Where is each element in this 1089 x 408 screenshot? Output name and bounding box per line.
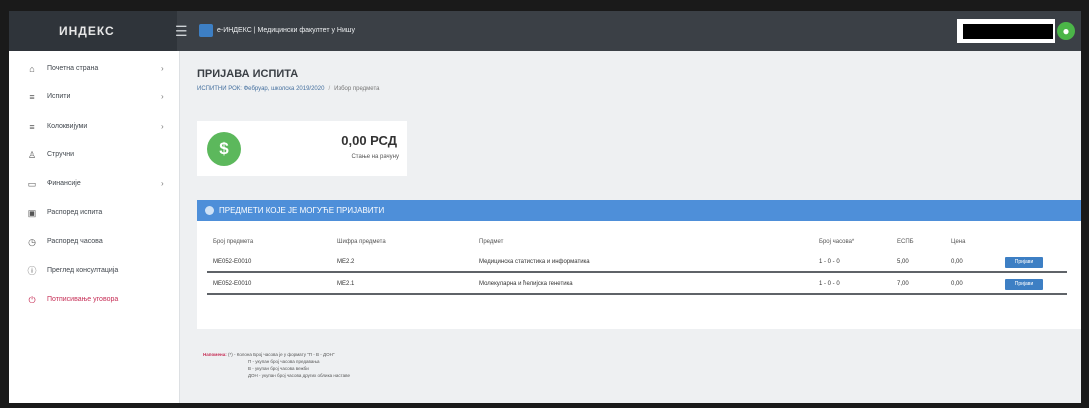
brand-logo[interactable]: ИНДЕКС [9, 11, 177, 51]
sidebar-item-label: Испити [47, 93, 71, 100]
home-icon: ⌂ [29, 64, 35, 74]
footnote-line: ДОН - укупан број часова других облика н… [248, 373, 350, 378]
user-name-box[interactable] [957, 19, 1055, 43]
sidebar-item-label: Распоред испита [47, 209, 103, 216]
redacted-user-name [963, 24, 1053, 39]
subject-ects: 5,00 [897, 259, 909, 265]
app-title: e-ИНДЕКС | Медицински факултет у Нишу [217, 27, 356, 34]
subject-number: МЕ052-Е0010 [213, 281, 252, 287]
sidebar-item-label: Колоквијуми [47, 123, 88, 130]
sidebar-item-label: Финансије [47, 180, 81, 187]
info-circle-icon [205, 206, 214, 215]
subject-hours: 1 - 0 - 0 [819, 259, 840, 265]
page-title: ПРИЈАВА ИСПИТА [197, 68, 299, 80]
clock-icon: ◷ [28, 237, 36, 247]
main-content: ПРИЈАВА ИСПИТА ИСПИТНИ РОК: Фебруар, шко… [187, 51, 1081, 403]
subjects-panel-title: ПРЕДМЕТИ КОЈЕ ЈЕ МОГУЋЕ ПРИЈАВИТИ [219, 206, 385, 215]
balance-card: $ 0,00 РСД Стање на рачуну [197, 121, 407, 176]
app-window: ИНДЕКС ☰ e-ИНДЕКС | Медицински факултет … [9, 11, 1081, 403]
subject-price: 0,00 [951, 281, 963, 287]
dollar-icon: $ [207, 132, 241, 166]
sidebar-item-label: Потписивање уговора [47, 296, 119, 303]
wallet-icon: ▭ [27, 179, 37, 189]
sidebar-item-label: Преглед консултација [47, 267, 119, 274]
chevron-right-icon: › [161, 92, 164, 101]
table-header-row: Број предмета Шифра предмета Предмет Бро… [207, 233, 1067, 251]
user-icon: ♙ [27, 150, 37, 160]
sidebar-item-class-schedule[interactable]: ◷ Распоред часова [9, 232, 179, 252]
sidebar-item-contract-signing[interactable]: ⏻ Потписивање уговора [9, 290, 179, 310]
breadcrumb-current: Избор предмета [334, 86, 380, 92]
subject-code: МЕ2.2 [337, 259, 355, 265]
subject-name: Молекуларна и ћелијска генетика [479, 281, 573, 287]
sidebar-item-consultations[interactable]: ⓘ Преглед консултација [9, 261, 179, 281]
user-avatar-icon[interactable]: ● [1057, 22, 1075, 40]
top-bar: ИНДЕКС ☰ e-ИНДЕКС | Медицински факултет … [9, 11, 1081, 51]
sidebar: ⌂ Почетна страна › ≡ Испити › ≡ Колоквиј… [9, 51, 180, 403]
footnote-lead: Напомена: [203, 352, 227, 357]
faculty-logo-icon [199, 24, 213, 37]
sidebar-item-finances[interactable]: ▭ Финансије › [9, 174, 179, 194]
menu-toggle-icon[interactable]: ☰ [175, 23, 188, 39]
list-icon: ≡ [29, 122, 35, 132]
breadcrumb-link-exam-period[interactable]: ИСПИТНИ РОК: Фебруар, школска 2019/2020 [197, 86, 324, 92]
breadcrumb: ИСПИТНИ РОК: Фебруар, школска 2019/2020 /… [197, 86, 379, 92]
chevron-right-icon: › [161, 122, 164, 131]
subject-ects: 7,00 [897, 281, 909, 287]
footnote-line: В - укупан број часова вежби [248, 366, 309, 371]
footnote-line: Напомена: (*) - Колона Број часова је у … [203, 351, 350, 358]
subject-price: 0,00 [951, 259, 963, 265]
column-header: Предмет [479, 239, 504, 245]
subject-number: МЕ052-Е0010 [213, 259, 252, 265]
breadcrumb-separator: / [328, 86, 331, 92]
subject-hours: 1 - 0 - 0 [819, 281, 840, 287]
footnote: Напомена: (*) - Колона Број часова је у … [203, 351, 350, 379]
column-header: Број часова* [819, 239, 855, 245]
column-header: ЕСПБ [897, 239, 914, 245]
footnote-text: (*) - Колона Број часова је у формату "П… [227, 352, 335, 357]
sidebar-item-label: Почетна страна [47, 65, 99, 72]
sidebar-item-label: Распоред часова [47, 238, 103, 245]
chevron-right-icon: › [161, 64, 164, 73]
list-icon: ≡ [29, 92, 35, 102]
register-exam-button[interactable]: Пријави [1005, 257, 1043, 268]
sidebar-item-exam-schedule[interactable]: ▣ Распоред испита [9, 203, 179, 223]
subject-code: МЕ2.1 [337, 281, 355, 287]
info-icon: ⓘ [27, 266, 37, 276]
sidebar-item-home[interactable]: ⌂ Почетна страна › [9, 59, 179, 79]
chevron-right-icon: › [161, 179, 164, 188]
register-exam-button[interactable]: Пријави [1005, 279, 1043, 290]
subjects-panel-header: ПРЕДМЕТИ КОЈЕ ЈЕ МОГУЋЕ ПРИЈАВИТИ [197, 200, 1081, 221]
column-header: Шифра предмета [337, 239, 386, 245]
table-row: МЕ052-Е0010 МЕ2.2 Медицинска статистика … [207, 253, 1067, 273]
calendar-icon: ▣ [27, 208, 37, 218]
subject-name: Медицинска статистика и информатика [479, 259, 590, 265]
subjects-panel: ПРЕДМЕТИ КОЈЕ ЈЕ МОГУЋЕ ПРИЈАВИТИ Број п… [197, 200, 1081, 329]
column-header: Број предмета [213, 239, 254, 245]
power-icon: ⏻ [28, 295, 36, 305]
balance-amount: 0,00 РСД [341, 133, 397, 148]
sidebar-item-colloquia[interactable]: ≡ Колоквијуми › [9, 117, 179, 137]
footnote-line: П - укупан број часова предавања [248, 359, 320, 364]
sidebar-item-label: Стручни [47, 151, 74, 158]
column-header: Цена [951, 239, 966, 245]
sidebar-item-exams[interactable]: ≡ Испити › [9, 87, 179, 107]
balance-label: Стање на рачуну [351, 154, 399, 160]
table-row: МЕ052-Е0010 МЕ2.1 Молекуларна и ћелијска… [207, 275, 1067, 295]
sidebar-item-practice[interactable]: ♙ Стручни [9, 145, 179, 165]
